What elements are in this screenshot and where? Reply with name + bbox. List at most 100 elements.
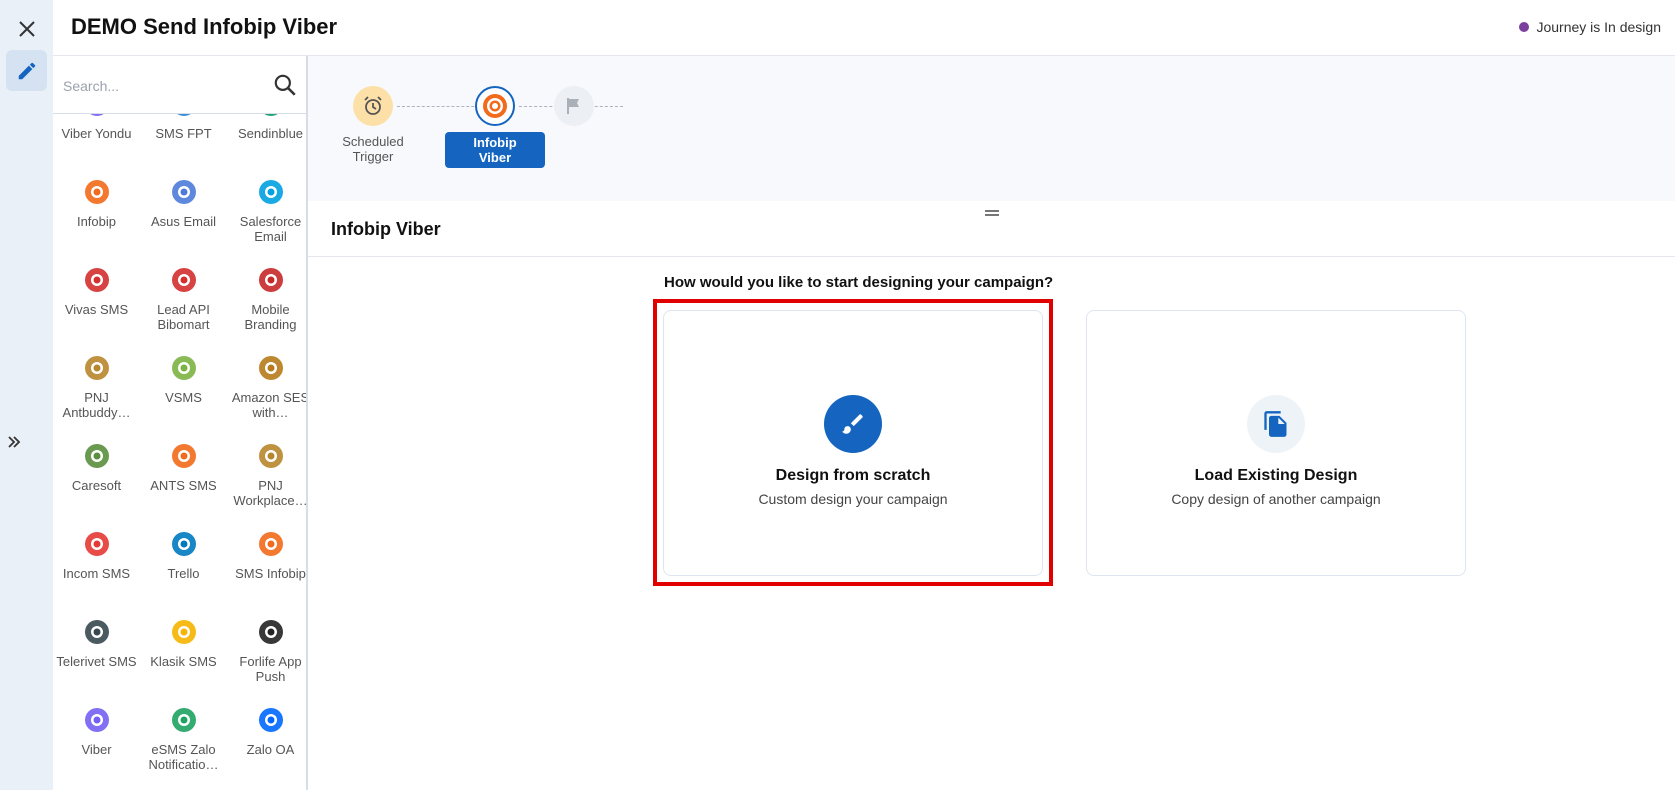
asus-icon <box>168 176 200 208</box>
channel-label: Zalo OA <box>246 742 295 757</box>
lotus-icon <box>81 264 113 296</box>
search-input[interactable] <box>63 74 263 98</box>
flow-node-infobip-viber[interactable]: Infobip Viber <box>445 86 545 168</box>
channel-label: SMS Infobip <box>235 566 306 581</box>
flow-node-scheduled-trigger[interactable]: Scheduled Trigger <box>333 86 413 164</box>
main-area: Scheduled Trigger Infobip Viber Infobip … <box>308 56 1675 790</box>
amazon-ses-icon <box>255 352 287 384</box>
ants-icon <box>168 440 200 472</box>
channel-label: PNJ Workplace… <box>233 478 308 508</box>
divider <box>308 256 1675 257</box>
journey-flow: Scheduled Trigger Infobip Viber <box>308 56 1675 201</box>
flag-icon <box>554 86 594 126</box>
infobip-icon <box>475 86 515 126</box>
channel-item[interactable]: Telerivet SMS <box>53 616 140 684</box>
channel-item[interactable]: PNJ Antbuddy… <box>53 352 140 420</box>
zalo-icon <box>255 704 287 736</box>
channel-label: eSMS Zalo Notificatio… <box>148 742 219 772</box>
bibomart-icon <box>168 264 200 296</box>
infobip-icon <box>81 176 113 208</box>
design-question: How would you like to start designing yo… <box>664 274 1054 291</box>
channel-item[interactable]: Forlife App Push <box>227 616 306 684</box>
channel-label: Klasik SMS <box>150 654 217 669</box>
channel-item[interactable]: Vivas SMS <box>53 264 140 332</box>
card-subtitle: Copy design of another campaign <box>1171 491 1381 507</box>
telerivet-icon <box>81 616 113 648</box>
viber-icon <box>81 704 113 736</box>
channel-label: Telerivet SMS <box>56 654 137 669</box>
channel-item[interactable]: PNJ Workplace… <box>227 440 308 508</box>
expand-panel-button[interactable] <box>2 430 26 454</box>
vsms-icon <box>168 352 200 384</box>
channel-label: Incom SMS <box>62 566 131 581</box>
card-title: Load Existing Design <box>1194 467 1358 484</box>
channel-label: Sendinblue <box>237 126 304 141</box>
channel-label: Lead API Bibomart <box>157 302 210 332</box>
channel-label: Asus Email <box>150 214 217 229</box>
channel-item[interactable]: VSMS <box>140 352 227 420</box>
channel-label: ANTS SMS <box>150 478 217 493</box>
channel-label: Viber <box>81 742 112 757</box>
channel-item[interactable]: Asus Email <box>140 176 227 244</box>
close-button[interactable] <box>12 14 42 44</box>
page-title: DEMO Send Infobip Viber <box>71 14 338 39</box>
channel-item[interactable]: Caresoft <box>53 440 140 508</box>
edit-button[interactable] <box>6 50 47 91</box>
journey-status: Journey is In design <box>1519 19 1661 35</box>
card-subtitle: Custom design your campaign <box>758 491 948 507</box>
paintbrush-icon <box>824 395 882 453</box>
channel-item[interactable]: Lead API Bibomart <box>140 264 227 332</box>
pnj-icon <box>81 352 113 384</box>
channel-item[interactable]: Incom SMS <box>53 528 140 596</box>
status-dot-icon <box>1519 22 1530 32</box>
channel-label: Caresoft <box>71 478 122 493</box>
caresoft-icon <box>81 440 113 472</box>
channel-item[interactable]: SMS Infobip <box>227 528 306 596</box>
channel-label: Forlife App Push <box>239 654 302 684</box>
channel-label: SMS FPT <box>155 126 212 141</box>
card-title: Design from scratch <box>775 467 931 484</box>
channel-item[interactable]: Amazon SES with… <box>227 352 308 420</box>
trello-icon <box>168 528 200 560</box>
channel-label: Trello <box>167 566 200 581</box>
section-title: Infobip Viber <box>331 219 441 239</box>
channel-panel: Viber Yondu SMS FPT Sendinblue Infobip Asus … <box>53 56 308 790</box>
flow-node-end[interactable] <box>554 86 594 126</box>
load-existing-design-card[interactable]: Load Existing Design Copy design of anot… <box>1086 310 1466 576</box>
infobip-icon <box>255 528 287 560</box>
left-rail <box>0 0 53 790</box>
channel-item[interactable]: eSMS Zalo Notificatio… <box>140 704 227 772</box>
alarm-clock-icon <box>353 86 393 126</box>
channel-item[interactable]: Salesforce Email <box>227 176 306 244</box>
pnj-icon <box>255 440 287 472</box>
forlife-icon <box>255 616 287 648</box>
pencil-icon <box>18 62 35 79</box>
channel-item[interactable]: Mobile Branding <box>227 264 306 332</box>
channel-label: Salesforce Email <box>239 214 302 244</box>
vmg-icon <box>255 264 287 296</box>
double-chevron-right-icon <box>8 436 21 448</box>
channel-label: Mobile Branding <box>244 302 297 332</box>
copy-icon <box>1247 395 1305 453</box>
channel-item[interactable]: Viber <box>53 704 140 772</box>
channel-item[interactable]: Zalo OA <box>227 704 306 772</box>
esms-icon <box>168 704 200 736</box>
klasik-icon <box>168 616 200 648</box>
channel-label: VSMS <box>165 390 202 405</box>
close-icon <box>19 21 35 37</box>
status-text: Journey is In design <box>1536 19 1661 35</box>
design-from-scratch-card[interactable]: Design from scratch Custom design your c… <box>663 310 1043 576</box>
channel-label: Vivas SMS <box>64 302 129 317</box>
search-bar <box>53 56 306 114</box>
channel-label: Infobip <box>76 214 117 229</box>
channel-item[interactable]: ANTS SMS <box>140 440 227 508</box>
channel-label: Viber Yondu <box>61 126 132 141</box>
channel-item[interactable]: Klasik SMS <box>140 616 227 684</box>
channel-label: Amazon SES with… <box>231 390 308 420</box>
search-icon[interactable] <box>272 72 298 98</box>
resize-handle[interactable] <box>984 210 999 216</box>
flow-node-label: Scheduled Trigger <box>342 134 404 164</box>
channel-item[interactable]: Trello <box>140 528 227 596</box>
channel-item[interactable]: Infobip <box>53 176 140 244</box>
incom-icon <box>81 528 113 560</box>
